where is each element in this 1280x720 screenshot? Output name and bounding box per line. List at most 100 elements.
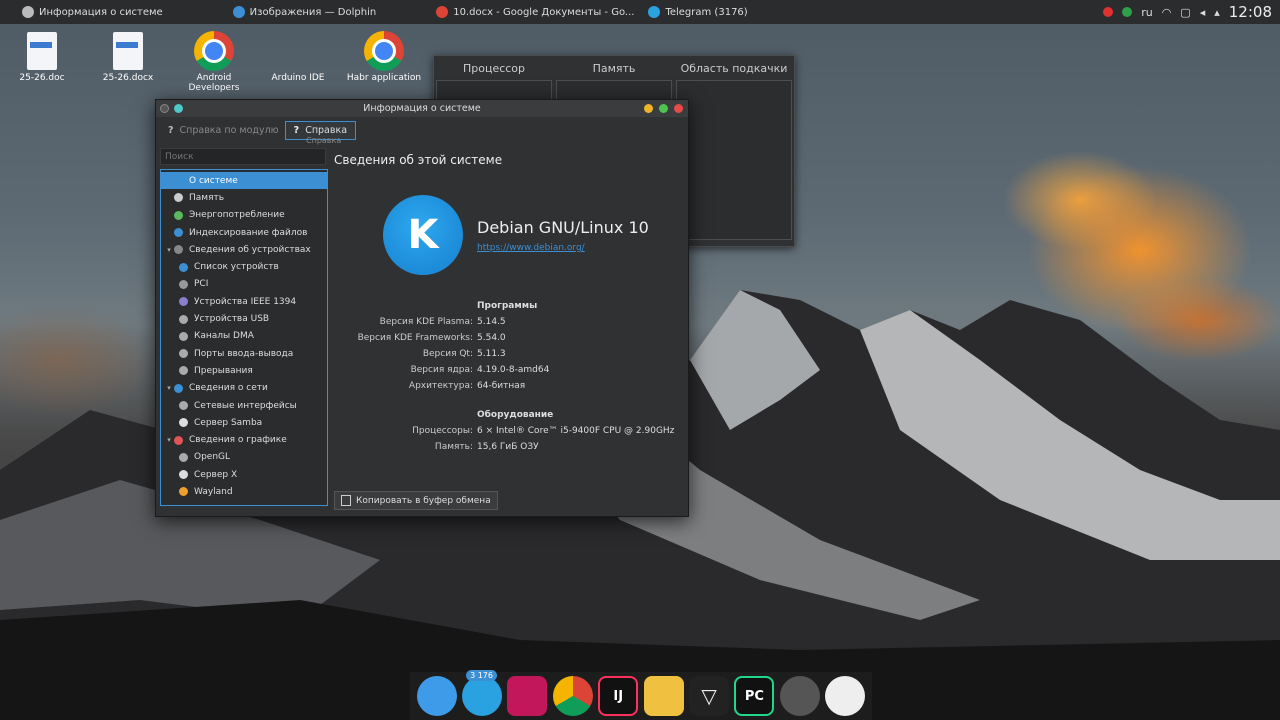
tree-item[interactable]: Каналы DMA bbox=[161, 328, 327, 345]
chevron-down-icon[interactable]: ▾ bbox=[164, 384, 174, 392]
info-value: 5.11.3 bbox=[477, 349, 506, 359]
dock-item-vectorize[interactable]: ▽ bbox=[689, 676, 730, 716]
tree-item[interactable]: Сетевые интерфейсы bbox=[161, 397, 327, 414]
window-titlebar[interactable]: Информация о системе bbox=[156, 100, 688, 117]
help-icon: ? bbox=[168, 124, 174, 136]
dock-item-finder[interactable] bbox=[416, 676, 457, 716]
tree-item[interactable]: Список устройств bbox=[161, 258, 327, 275]
task-dolphin[interactable]: Изображения — Dolphin bbox=[232, 6, 376, 18]
clipboard-icon[interactable]: ▢ bbox=[1180, 6, 1190, 19]
tree-item[interactable]: Прерывания bbox=[161, 362, 327, 379]
minimize-button[interactable] bbox=[644, 104, 653, 113]
tree-item[interactable]: Индексирование файлов bbox=[161, 224, 327, 241]
module-tree[interactable]: О системе Память Энергопотребление Индексир… bbox=[160, 169, 328, 506]
tree-item[interactable]: Wayland bbox=[161, 483, 327, 500]
software-section-title: Программы bbox=[477, 301, 538, 311]
module-icon bbox=[174, 228, 183, 238]
tree-item[interactable]: ▾ Сведения о графике bbox=[161, 431, 327, 448]
app-tray-icon[interactable] bbox=[1122, 7, 1133, 17]
clock[interactable]: 12:08 bbox=[1229, 3, 1272, 21]
desktop-icon-doc-1[interactable]: 25-26.doc bbox=[3, 32, 81, 83]
content-area: Сведения об этой системе K Debian GNU/Li… bbox=[334, 148, 688, 516]
task-system-info[interactable]: Информация о системе bbox=[22, 6, 163, 18]
dock-item-label: IJ bbox=[613, 688, 624, 704]
help-icon: ? bbox=[293, 124, 300, 136]
dock-item-cube-app[interactable] bbox=[507, 676, 548, 716]
tree-item[interactable]: Устройства IEEE 1394 bbox=[161, 293, 327, 310]
module-icon bbox=[174, 383, 183, 393]
tree-item[interactable]: OpenGL bbox=[161, 449, 327, 466]
tray-expand-icon[interactable]: ▴ bbox=[1214, 6, 1220, 19]
tree-item[interactable]: Сервер Samba bbox=[161, 414, 327, 431]
module-icon bbox=[179, 279, 188, 289]
info-value: 4.19.0-8-amd64 bbox=[477, 365, 550, 375]
system-monitor-tabs: Процессор Память Область подкачки bbox=[434, 56, 794, 80]
dock-item-clock[interactable] bbox=[825, 676, 866, 716]
task-google-docs[interactable]: 10.docx - Google Документы - Go... bbox=[436, 6, 634, 18]
distro-name: Debian GNU/Linux 10 bbox=[477, 218, 649, 237]
info-key: Процессоры: bbox=[412, 426, 473, 436]
info-row: Версия Qt: 5.11.3 bbox=[334, 349, 794, 359]
dock-item-telegram[interactable]: 3 176 bbox=[462, 670, 503, 716]
desktop-icon-arduino-ide[interactable]: Arduino IDE bbox=[259, 31, 337, 83]
distro-url-link[interactable]: https://www.debian.org/ bbox=[477, 243, 585, 253]
module-icon bbox=[179, 297, 188, 307]
dock-item-intellij[interactable]: IJ bbox=[598, 676, 639, 716]
tab-swap[interactable]: Область подкачки bbox=[674, 62, 794, 75]
hardware-section-title: Оборудование bbox=[477, 410, 554, 420]
dock-item-settings[interactable] bbox=[779, 676, 820, 716]
copy-to-clipboard-button[interactable]: Копировать в буфер обмена bbox=[334, 491, 498, 510]
tree-item-label: Сервер X bbox=[194, 469, 238, 480]
info-row: Версия KDE Frameworks: 5.54.0 bbox=[334, 333, 794, 343]
info-row: Память: 15,6 ГиБ ОЗУ bbox=[334, 442, 794, 452]
info-key: Версия KDE Plasma: bbox=[379, 317, 473, 327]
search-input[interactable] bbox=[160, 148, 326, 165]
tab-memory[interactable]: Память bbox=[554, 62, 674, 75]
volume-icon[interactable]: ◂ bbox=[1200, 6, 1206, 19]
tree-item-label: PCI bbox=[194, 279, 209, 290]
tree-item-label: Энергопотребление bbox=[189, 210, 285, 221]
module-icon bbox=[179, 452, 188, 462]
desktop-icon-doc-2[interactable]: 25-26.docx bbox=[89, 32, 167, 83]
window-title: Информация о системе bbox=[363, 103, 481, 114]
unread-badge: 3 176 bbox=[466, 670, 497, 681]
wifi-icon[interactable]: ◠ bbox=[1162, 6, 1172, 19]
tree-item[interactable]: О системе bbox=[161, 172, 327, 190]
record-icon[interactable] bbox=[1103, 7, 1114, 17]
top-panel: Информация о системе Изображения — Dolph… bbox=[0, 0, 1280, 24]
dock-item-chrome[interactable] bbox=[552, 676, 593, 716]
module-icon bbox=[179, 401, 188, 410]
help-tooltip: Справка bbox=[306, 136, 342, 145]
desktop-icon-habr[interactable]: Habr application bbox=[345, 31, 423, 83]
module-help-button[interactable]: ? Справка по модулю bbox=[162, 121, 285, 140]
tree-item[interactable]: Сервер X bbox=[161, 466, 327, 483]
telegram-icon bbox=[648, 6, 661, 18]
sidebar: О системе Память Энергопотребление Индексир… bbox=[160, 148, 328, 506]
tab-processor[interactable]: Процессор bbox=[434, 62, 554, 75]
maximize-button[interactable] bbox=[659, 104, 668, 113]
module-icon bbox=[179, 366, 188, 376]
tree-item[interactable]: Устройства USB bbox=[161, 310, 327, 327]
dock-item-pycharm[interactable]: PC bbox=[734, 676, 775, 716]
tree-item[interactable]: Порты ввода-вывода bbox=[161, 345, 327, 362]
close-button[interactable] bbox=[674, 104, 683, 113]
tree-item-label: Устройства IEEE 1394 bbox=[194, 296, 297, 307]
chevron-down-icon[interactable]: ▾ bbox=[164, 246, 174, 254]
tree-item[interactable]: ▾ Сведения о сети bbox=[161, 380, 327, 397]
keyboard-layout[interactable]: ru bbox=[1141, 6, 1153, 19]
page-title: Сведения об этой системе bbox=[334, 153, 503, 167]
tree-item[interactable]: Энергопотребление bbox=[161, 207, 327, 224]
dock-item-android-studio[interactable] bbox=[643, 676, 684, 716]
info-key: Версия ядра: bbox=[410, 365, 473, 375]
desktop-icon-android-developers[interactable]: Android Developers bbox=[175, 31, 253, 93]
system-info-window: Информация о системе ? Справка по модулю… bbox=[155, 99, 689, 517]
chrome-icon bbox=[364, 31, 404, 71]
tree-item[interactable]: PCI bbox=[161, 276, 327, 293]
tree-item-label: Устройства USB bbox=[194, 314, 270, 325]
dock-item-label: ▽ bbox=[701, 684, 717, 708]
tree-item[interactable]: ▾ Сведения об устройствах bbox=[161, 241, 327, 258]
info-value: 64-битная bbox=[477, 381, 526, 391]
chevron-down-icon[interactable]: ▾ bbox=[164, 436, 174, 444]
task-telegram[interactable]: Telegram (3176) bbox=[648, 6, 748, 18]
tree-item[interactable]: Память bbox=[161, 189, 327, 206]
